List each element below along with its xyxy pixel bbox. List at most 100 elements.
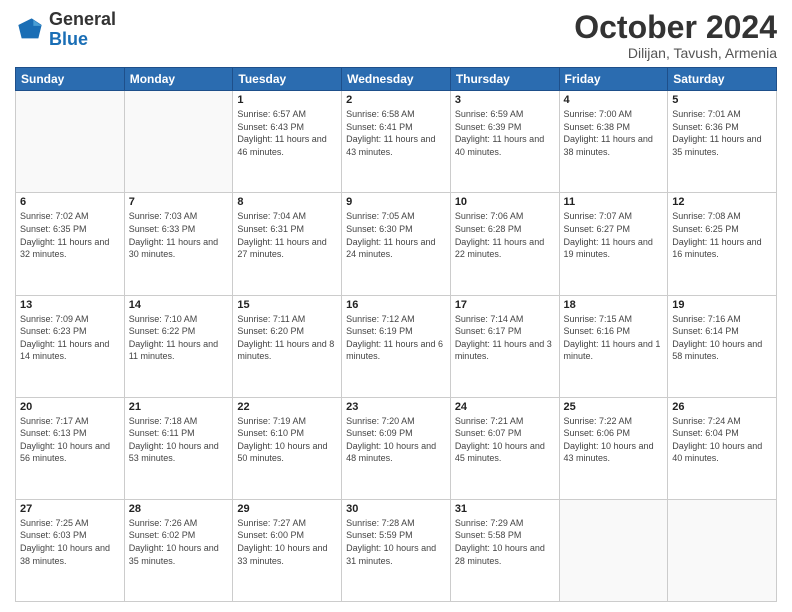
day-info: Sunrise: 7:27 AM Sunset: 6:00 PM Dayligh… <box>237 517 337 567</box>
table-row: 18 Sunrise: 7:15 AM Sunset: 6:16 PM Dayli… <box>559 295 668 397</box>
table-row: 20 Sunrise: 7:17 AM Sunset: 6:13 PM Dayli… <box>16 397 125 499</box>
day-info: Sunrise: 6:58 AM Sunset: 6:41 PM Dayligh… <box>346 108 446 158</box>
table-row: 19 Sunrise: 7:16 AM Sunset: 6:14 PM Dayli… <box>668 295 777 397</box>
col-saturday: Saturday <box>668 68 777 91</box>
table-row: 2Sunrise: 6:58 AM Sunset: 6:41 PM Daylig… <box>342 91 451 193</box>
col-tuesday: Tuesday <box>233 68 342 91</box>
day-number: 21 <box>129 401 229 413</box>
day-number: 15 <box>237 299 337 311</box>
day-number: 4 <box>564 94 664 106</box>
table-row: 28 Sunrise: 7:26 AM Sunset: 6:02 PM Dayli… <box>124 499 233 601</box>
table-row: 21 Sunrise: 7:18 AM Sunset: 6:11 PM Dayli… <box>124 397 233 499</box>
table-row: 30Sunrise: 7:28 AM Sunset: 5:59 PM Dayli… <box>342 499 451 601</box>
table-row: 16 Sunrise: 7:12 AM Sunset: 6:19 PM Dayli… <box>342 295 451 397</box>
day-info: Sunrise: 7:29 AM Sunset: 5:58 PM Dayligh… <box>455 517 555 567</box>
table-row: 7 Sunrise: 7:03 AM Sunset: 6:33 PM Daylig… <box>124 193 233 295</box>
day-number: 27 <box>20 503 120 515</box>
day-info: Sunrise: 7:00 AM Sunset: 6:38 PM Dayligh… <box>564 108 664 158</box>
day-info: Sunrise: 7:15 AM Sunset: 6:16 PM Dayligh… <box>564 313 664 363</box>
day-info: Sunrise: 7:22 AM Sunset: 6:06 PM Dayligh… <box>564 415 664 465</box>
day-info: Sunrise: 7:25 AM Sunset: 6:03 PM Dayligh… <box>20 517 120 567</box>
table-row: 24Sunrise: 7:21 AM Sunset: 6:07 PM Dayli… <box>450 397 559 499</box>
table-row: 13Sunrise: 7:09 AM Sunset: 6:23 PM Dayli… <box>16 295 125 397</box>
day-number: 3 <box>455 94 555 106</box>
logo-text: General Blue <box>49 10 116 50</box>
day-number: 10 <box>455 196 555 208</box>
day-info: Sunrise: 7:16 AM Sunset: 6:14 PM Dayligh… <box>672 313 772 363</box>
day-number: 1 <box>237 94 337 106</box>
day-number: 19 <box>672 299 772 311</box>
table-row <box>124 91 233 193</box>
table-row: 3 Sunrise: 6:59 AM Sunset: 6:39 PM Daylig… <box>450 91 559 193</box>
day-info: Sunrise: 7:12 AM Sunset: 6:19 PM Dayligh… <box>346 313 446 363</box>
day-info: Sunrise: 7:19 AM Sunset: 6:10 PM Dayligh… <box>237 415 337 465</box>
day-info: Sunrise: 7:14 AM Sunset: 6:17 PM Dayligh… <box>455 313 555 363</box>
day-info: Sunrise: 7:24 AM Sunset: 6:04 PM Dayligh… <box>672 415 772 465</box>
col-monday: Monday <box>124 68 233 91</box>
day-number: 25 <box>564 401 664 413</box>
table-row: 6 Sunrise: 7:02 AM Sunset: 6:35 PM Daylig… <box>16 193 125 295</box>
day-number: 7 <box>129 196 229 208</box>
calendar-week-row: 1 Sunrise: 6:57 AM Sunset: 6:43 PM Daylig… <box>16 91 777 193</box>
day-number: 9 <box>346 196 446 208</box>
day-number: 29 <box>237 503 337 515</box>
table-row: 9 Sunrise: 7:05 AM Sunset: 6:30 PM Daylig… <box>342 193 451 295</box>
col-friday: Friday <box>559 68 668 91</box>
table-row <box>16 91 125 193</box>
table-row: 17 Sunrise: 7:14 AM Sunset: 6:17 PM Dayli… <box>450 295 559 397</box>
calendar-week-row: 6 Sunrise: 7:02 AM Sunset: 6:35 PM Daylig… <box>16 193 777 295</box>
logo: General Blue <box>15 10 116 50</box>
table-row: 22Sunrise: 7:19 AM Sunset: 6:10 PM Dayli… <box>233 397 342 499</box>
day-info: Sunrise: 7:10 AM Sunset: 6:22 PM Dayligh… <box>129 313 229 363</box>
day-number: 8 <box>237 196 337 208</box>
month-title: October 2024 <box>574 10 777 45</box>
day-number: 18 <box>564 299 664 311</box>
day-number: 6 <box>20 196 120 208</box>
day-number: 13 <box>20 299 120 311</box>
calendar-week-row: 20 Sunrise: 7:17 AM Sunset: 6:13 PM Dayli… <box>16 397 777 499</box>
day-info: Sunrise: 7:04 AM Sunset: 6:31 PM Dayligh… <box>237 210 337 260</box>
day-number: 20 <box>20 401 120 413</box>
table-row: 1 Sunrise: 6:57 AM Sunset: 6:43 PM Daylig… <box>233 91 342 193</box>
day-number: 28 <box>129 503 229 515</box>
day-info: Sunrise: 7:07 AM Sunset: 6:27 PM Dayligh… <box>564 210 664 260</box>
table-row: 31 Sunrise: 7:29 AM Sunset: 5:58 PM Dayli… <box>450 499 559 601</box>
day-number: 17 <box>455 299 555 311</box>
day-info: Sunrise: 7:05 AM Sunset: 6:30 PM Dayligh… <box>346 210 446 260</box>
calendar-week-row: 27 Sunrise: 7:25 AM Sunset: 6:03 PM Dayli… <box>16 499 777 601</box>
day-number: 16 <box>346 299 446 311</box>
table-row: 14 Sunrise: 7:10 AM Sunset: 6:22 PM Dayli… <box>124 295 233 397</box>
day-number: 5 <box>672 94 772 106</box>
title-area: October 2024 Dilijan, Tavush, Armenia <box>574 10 777 61</box>
day-info: Sunrise: 6:57 AM Sunset: 6:43 PM Dayligh… <box>237 108 337 158</box>
day-info: Sunrise: 7:08 AM Sunset: 6:25 PM Dayligh… <box>672 210 772 260</box>
table-row: 29 Sunrise: 7:27 AM Sunset: 6:00 PM Dayli… <box>233 499 342 601</box>
table-row: 10Sunrise: 7:06 AM Sunset: 6:28 PM Dayli… <box>450 193 559 295</box>
calendar-table: Sunday Monday Tuesday Wednesday Thursday… <box>15 67 777 602</box>
day-info: Sunrise: 7:20 AM Sunset: 6:09 PM Dayligh… <box>346 415 446 465</box>
calendar-header-row: Sunday Monday Tuesday Wednesday Thursday… <box>16 68 777 91</box>
day-number: 12 <box>672 196 772 208</box>
day-number: 31 <box>455 503 555 515</box>
table-row: 25 Sunrise: 7:22 AM Sunset: 6:06 PM Dayli… <box>559 397 668 499</box>
header: General Blue October 2024 Dilijan, Tavus… <box>15 10 777 61</box>
day-info: Sunrise: 7:03 AM Sunset: 6:33 PM Dayligh… <box>129 210 229 260</box>
table-row <box>668 499 777 601</box>
day-info: Sunrise: 7:02 AM Sunset: 6:35 PM Dayligh… <box>20 210 120 260</box>
day-number: 14 <box>129 299 229 311</box>
day-info: Sunrise: 7:21 AM Sunset: 6:07 PM Dayligh… <box>455 415 555 465</box>
table-row: 5Sunrise: 7:01 AM Sunset: 6:36 PM Daylig… <box>668 91 777 193</box>
day-info: Sunrise: 7:26 AM Sunset: 6:02 PM Dayligh… <box>129 517 229 567</box>
calendar-week-row: 13Sunrise: 7:09 AM Sunset: 6:23 PM Dayli… <box>16 295 777 397</box>
location: Dilijan, Tavush, Armenia <box>574 45 777 61</box>
table-row: 27 Sunrise: 7:25 AM Sunset: 6:03 PM Dayli… <box>16 499 125 601</box>
day-info: Sunrise: 6:59 AM Sunset: 6:39 PM Dayligh… <box>455 108 555 158</box>
day-number: 11 <box>564 196 664 208</box>
day-info: Sunrise: 7:18 AM Sunset: 6:11 PM Dayligh… <box>129 415 229 465</box>
day-info: Sunrise: 7:17 AM Sunset: 6:13 PM Dayligh… <box>20 415 120 465</box>
logo-icon <box>15 15 45 45</box>
day-number: 26 <box>672 401 772 413</box>
table-row: 23Sunrise: 7:20 AM Sunset: 6:09 PM Dayli… <box>342 397 451 499</box>
day-number: 30 <box>346 503 446 515</box>
logo-general: General <box>49 9 116 29</box>
